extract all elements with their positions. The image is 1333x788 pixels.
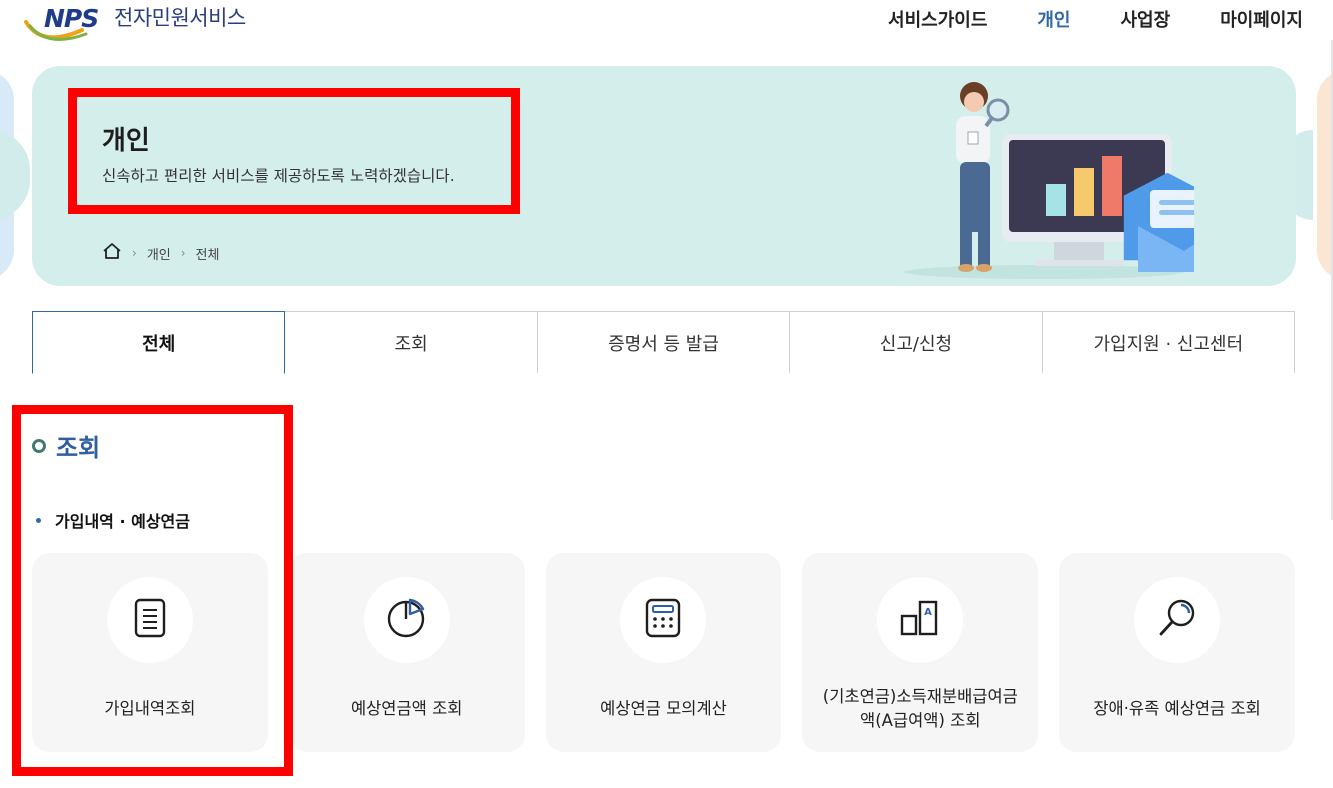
nps-logo-mark: NPS <box>22 4 110 44</box>
tab-report-apply[interactable]: 신고/신청 <box>790 311 1043 373</box>
page-banner: 개인 신속하고 편리한 서비스를 제공하도록 노력하겠습니다. › 개인 › 전… <box>32 66 1296 286</box>
service-card-a-value[interactable]: A (기초연금)소득재분배급여금액(A급여액) 조회 <box>802 553 1039 752</box>
tab-join-support[interactable]: 가입지원 · 신고센터 <box>1042 311 1296 373</box>
service-card-pension-simulator[interactable]: 예상연금 모의계산 <box>545 553 782 752</box>
subsection-heading: 가입내역 · 예상연금 <box>36 508 190 532</box>
card-label: 예상연금액 조회 <box>350 699 463 718</box>
service-card-join-history[interactable]: 가입내역조회 <box>32 553 268 752</box>
logo-mark-text: NPS <box>44 4 99 33</box>
pie-chart-icon <box>386 597 428 643</box>
dot-bullet-icon <box>36 517 41 523</box>
section-heading: 조회 <box>32 428 100 463</box>
tab-certificates[interactable]: 증명서 등 발급 <box>537 311 791 373</box>
a-value-icon: A <box>898 598 942 642</box>
service-card-expected-pension[interactable]: 예상연금액 조회 <box>288 553 525 752</box>
card-label: 예상연금 모의계산 <box>600 699 727 718</box>
nav-business[interactable]: 사업장 <box>1121 6 1171 32</box>
page-description: 신속하고 편리한 서비스를 제공하도록 노력하겠습니다. <box>102 167 455 185</box>
subsection-title: 가입내역 · 예상연금 <box>55 512 190 531</box>
breadcrumb-all: 전체 <box>195 247 220 263</box>
calculator-icon <box>644 598 682 642</box>
nav-individual[interactable]: 개인 <box>1037 6 1070 32</box>
banner-illustration <box>894 76 1222 281</box>
home-icon[interactable] <box>102 242 122 264</box>
breadcrumb: › 개인 › 전체 <box>102 242 219 264</box>
category-tabs: 전체 조회 증명서 등 발급 신고/신청 가입지원 · 신고센터 <box>32 311 1296 374</box>
svg-text:A: A <box>924 607 932 618</box>
ring-bullet-icon <box>32 438 46 453</box>
card-icon-circle <box>106 577 193 663</box>
service-card-list: 가입내역조회 예상연금액 조회 예상연금 모의계산 A (기초연금)소득재분배급… <box>32 553 1295 752</box>
card-label: (기초연금)소득재분배급여금액(A급여액) 조회 <box>822 687 1018 730</box>
section-title: 조회 <box>56 434 101 462</box>
chevron-right-icon: › <box>132 246 137 260</box>
logo-title: 전자민원서비스 <box>114 6 246 30</box>
card-icon-circle <box>620 577 707 663</box>
magnifier-icon <box>1156 597 1198 643</box>
nav-service-guide[interactable]: 서비스가이드 <box>888 6 987 32</box>
card-label: 가입내역조회 <box>104 699 196 718</box>
tab-inquiry[interactable]: 조회 <box>285 311 538 373</box>
card-icon-circle: A <box>877 577 964 663</box>
breadcrumb-individual[interactable]: 개인 <box>147 244 171 263</box>
card-icon-circle <box>363 577 450 663</box>
card-icon-circle <box>1134 577 1221 663</box>
service-card-disability-survivor[interactable]: 장애·유족 예상연금 조회 <box>1059 553 1295 752</box>
document-icon <box>133 598 167 642</box>
site-logo[interactable]: NPS 전자민원서비스 <box>22 4 246 44</box>
page-title: 개인 <box>102 126 150 156</box>
card-label: 장애·유족 예상연금 조회 <box>1093 699 1261 718</box>
chevron-right-icon: › <box>180 246 186 260</box>
tab-all[interactable]: 전체 <box>32 311 286 374</box>
nav-mypage[interactable]: 마이페이지 <box>1220 6 1303 32</box>
main-navigation: 서비스가이드 개인 사업장 마이페이지 <box>838 6 1303 32</box>
left-decoration-wave <box>0 130 30 220</box>
